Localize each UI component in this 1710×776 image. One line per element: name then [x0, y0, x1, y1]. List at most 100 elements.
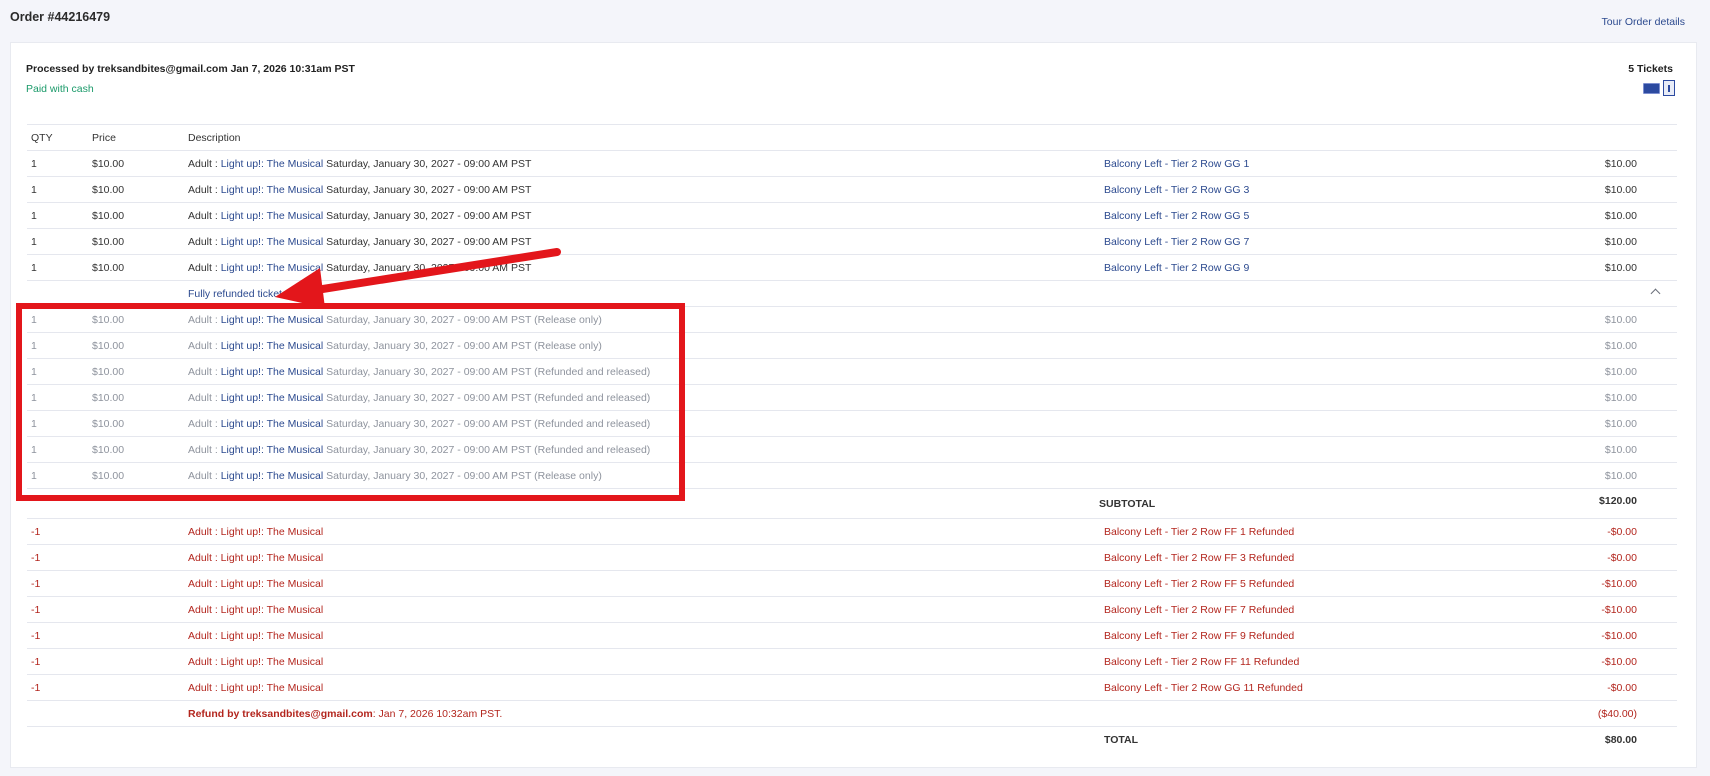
seat-link[interactable]: Balcony Left - Tier 2 Row GG 3 — [1104, 184, 1249, 196]
refund-row: -1 Adult : Light up!: The Musical Balcon… — [27, 571, 1677, 597]
show-date: Saturday, January 30, 2027 - 09:00 AM PS… — [323, 158, 532, 170]
row-total: $10.00 — [1604, 158, 1637, 170]
processed-email: treksandbites@gmail.com — [97, 63, 228, 75]
show-date: Saturday, January 30, 2027 - 09:00 AM PS… — [323, 366, 651, 378]
refunded-row: 1 $10.00 Adult : Light up!: The Musical … — [27, 411, 1677, 437]
show-link[interactable]: Light up!: The Musical — [221, 314, 324, 326]
row-description: Adult : Light up!: The Musical — [188, 526, 324, 538]
ticket-type: Adult : — [188, 262, 221, 274]
subtotal-row: SUBTOTAL $120.00 — [27, 489, 1677, 519]
show-link[interactable]: Light up!: The Musical — [221, 392, 324, 404]
row-qty: 1 — [31, 236, 37, 248]
row-price: $10.00 — [92, 184, 125, 196]
row-total: -$10.00 — [1601, 630, 1637, 642]
row-qty: -1 — [31, 656, 41, 668]
row-total: $10.00 — [1604, 444, 1637, 456]
row-total: -$0.00 — [1607, 682, 1637, 694]
row-description: Adult : Light up!: The Musical — [188, 552, 324, 564]
seat-link[interactable]: Balcony Left - Tier 2 Row GG 7 — [1104, 236, 1249, 248]
row-description: Adult : Light up!: The Musical Saturday,… — [188, 340, 602, 352]
row-qty: -1 — [31, 604, 41, 616]
show-date: Saturday, January 30, 2027 - 09:00 AM PS… — [323, 236, 532, 248]
seat-link[interactable]: Balcony Left - Tier 2 Row GG 1 — [1104, 158, 1249, 170]
row-price: $10.00 — [92, 470, 125, 482]
header-description: Description — [188, 132, 241, 144]
row-price: $10.00 — [92, 236, 125, 248]
chevron-up-icon[interactable] — [1650, 288, 1661, 299]
refunded-row: 1 $10.00 Adult : Light up!: The Musical … — [27, 385, 1677, 411]
table-row: 1 $10.00 Adult : Light up!: The Musical … — [27, 229, 1677, 255]
subtotal-label: SUBTOTAL — [1099, 498, 1156, 510]
row-qty: 1 — [31, 444, 37, 456]
show-link[interactable]: Light up!: The Musical — [221, 470, 324, 482]
show-link[interactable]: Light up!: The Musical — [221, 210, 324, 222]
show-link[interactable]: Light up!: The Musical — [221, 366, 324, 378]
row-description: Adult : Light up!: The Musical — [188, 682, 324, 694]
refunded-row: 1 $10.00 Adult : Light up!: The Musical … — [27, 463, 1677, 489]
row-price: $10.00 — [92, 392, 125, 404]
ticket-type: Adult : — [188, 340, 221, 352]
refund-seat: Balcony Left - Tier 2 Row FF 9 Refunded — [1104, 630, 1295, 642]
refund-row: -1 Adult : Light up!: The Musical Balcon… — [27, 649, 1677, 675]
show-link[interactable]: Light up!: The Musical — [221, 418, 324, 430]
fully-refunded-toggle[interactable]: Fully refunded tickets — [188, 288, 287, 300]
refunded-toggle-row[interactable]: Fully refunded tickets — [27, 281, 1677, 307]
ticket-type: Adult : — [188, 366, 221, 378]
row-description: Adult : Light up!: The Musical Saturday,… — [188, 470, 602, 482]
show-date: Saturday, January 30, 2027 - 09:00 AM PS… — [323, 418, 651, 430]
ticket-type: Adult : — [188, 444, 221, 456]
row-qty: 1 — [31, 470, 37, 482]
row-qty: 1 — [31, 392, 37, 404]
show-link[interactable]: Light up!: The Musical — [221, 158, 324, 170]
show-date: Saturday, January 30, 2027 - 09:00 AM PS… — [323, 210, 532, 222]
row-qty: -1 — [31, 578, 41, 590]
ticket-type: Adult : — [188, 210, 221, 222]
refund-by: Refund by treksandbites@gmail.com: Jan 7… — [188, 708, 502, 720]
row-price: $10.00 — [92, 366, 125, 378]
show-link[interactable]: Light up!: The Musical — [221, 236, 324, 248]
seat-link[interactable]: Balcony Left - Tier 2 Row GG 5 — [1104, 210, 1249, 222]
ticket-type: Adult : — [188, 418, 221, 430]
row-total: $10.00 — [1604, 236, 1637, 248]
show-link[interactable]: Light up!: The Musical — [221, 444, 324, 456]
refund-row: -1 Adult : Light up!: The Musical Balcon… — [27, 623, 1677, 649]
show-link[interactable]: Light up!: The Musical — [221, 262, 324, 274]
show-date: Saturday, January 30, 2027 - 09:00 AM PS… — [323, 340, 602, 352]
row-total: $10.00 — [1604, 210, 1637, 222]
show-date: Saturday, January 30, 2027 - 09:00 AM PS… — [323, 470, 602, 482]
total-value: $80.00 — [1604, 734, 1637, 746]
row-description: Adult : Light up!: The Musical Saturday,… — [188, 314, 602, 326]
row-description: Adult : Light up!: The Musical — [188, 604, 324, 616]
ticket-type: Adult : — [188, 392, 221, 404]
processed-prefix: Processed by — [26, 63, 95, 75]
ticket-type: Adult : — [188, 158, 221, 170]
processed-info: Processed by treksandbites@gmail.com Jan… — [26, 63, 355, 75]
document-icon[interactable] — [1663, 80, 1675, 96]
refund-by-label: Refund by treksandbites@gmail.com — [188, 708, 373, 720]
ticket-icon[interactable] — [1643, 82, 1660, 94]
refund-seat: Balcony Left - Tier 2 Row FF 7 Refunded — [1104, 604, 1295, 616]
row-description: Adult : Light up!: The Musical Saturday,… — [188, 236, 531, 248]
ticket-type: Adult : — [188, 184, 221, 196]
row-price: $10.00 — [92, 262, 125, 274]
row-qty: 1 — [31, 262, 37, 274]
row-price: $10.00 — [92, 444, 125, 456]
row-total: -$10.00 — [1601, 656, 1637, 668]
show-link[interactable]: Light up!: The Musical — [221, 340, 324, 352]
refund-row: -1 Adult : Light up!: The Musical Balcon… — [27, 597, 1677, 623]
tour-order-details-link[interactable]: Tour Order details — [1602, 16, 1685, 28]
row-qty: 1 — [31, 184, 37, 196]
row-description: Adult : Light up!: The Musical Saturday,… — [188, 392, 650, 404]
show-link[interactable]: Light up!: The Musical — [221, 184, 324, 196]
seat-link[interactable]: Balcony Left - Tier 2 Row GG 9 — [1104, 262, 1249, 274]
processed-date: Jan 7, 2026 10:31am PST — [230, 63, 355, 75]
row-total: -$0.00 — [1607, 552, 1637, 564]
ticket-actions — [1643, 80, 1675, 96]
row-qty: 1 — [31, 210, 37, 222]
refund-row: -1 Adult : Light up!: The Musical Balcon… — [27, 545, 1677, 571]
show-date: Saturday, January 30, 2027 - 09:00 AM PS… — [323, 444, 651, 456]
refund-total: ($40.00) — [1597, 708, 1637, 720]
row-price: $10.00 — [92, 210, 125, 222]
row-total: $10.00 — [1604, 184, 1637, 196]
tickets-count: 5 Tickets — [1628, 63, 1673, 75]
